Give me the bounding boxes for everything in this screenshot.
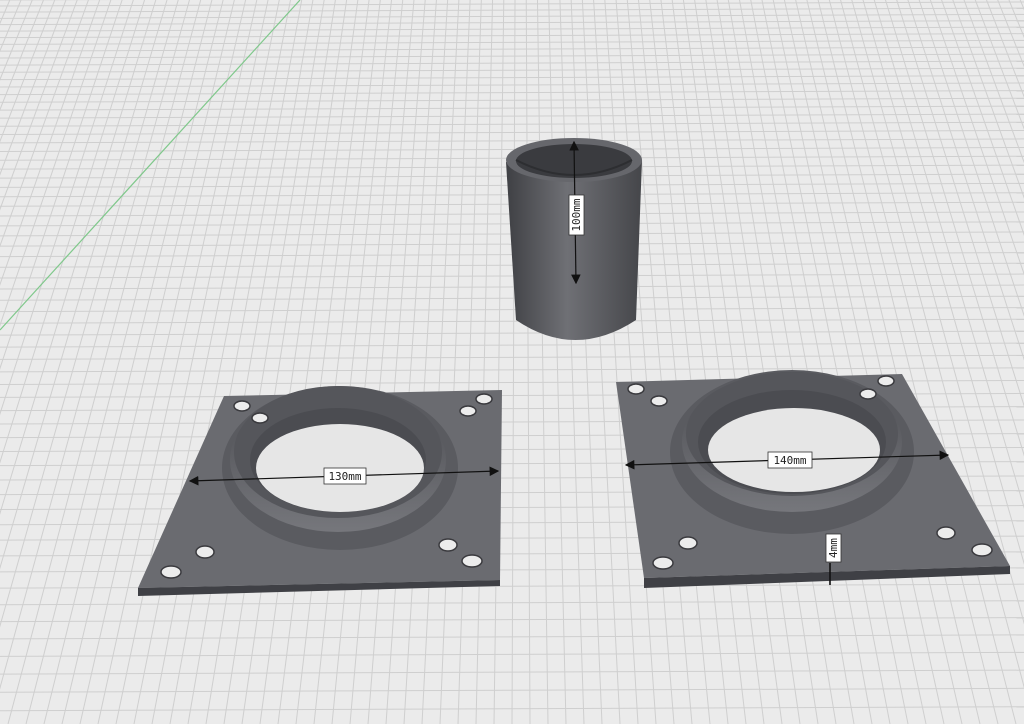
flange-left-part[interactable]: 130mm <box>138 386 502 596</box>
floor-grid <box>0 0 1024 724</box>
grid-line <box>626 0 693 724</box>
grid-line <box>593 0 639 724</box>
cylinder-part[interactable]: 100mm <box>506 138 642 340</box>
y-axis-line <box>0 0 301 331</box>
diameter-dimension-label-left: 130mm <box>323 467 367 485</box>
grid-line <box>0 307 1024 313</box>
grid-line <box>0 273 1024 279</box>
grid-line <box>0 46 1024 52</box>
height-dimension-label: 100mm <box>568 194 585 236</box>
grid-line <box>0 13 1024 19</box>
grid-line <box>0 342 1024 348</box>
grid-line <box>0 97 1024 103</box>
svg-text:130mm: 130mm <box>328 470 361 483</box>
grid-line <box>570 0 603 724</box>
grid-line <box>0 295 1024 301</box>
grid-line <box>0 318 1024 324</box>
grid-line <box>705 0 819 724</box>
grid-line <box>581 0 621 724</box>
grid-line <box>0 60 1024 66</box>
grid-line <box>0 26 1024 32</box>
grid-line <box>0 330 1024 336</box>
grid-line <box>0 53 1024 59</box>
grid-line <box>0 33 1024 39</box>
grid-line <box>638 0 711 724</box>
grid-line <box>828 0 1017 724</box>
grid-line <box>682 0 783 724</box>
grid-line <box>525 0 531 724</box>
grid-line <box>739 0 873 724</box>
grid-line <box>0 354 1024 360</box>
svg-text:140mm: 140mm <box>773 454 806 467</box>
thickness-dimension-label: 4mm <box>825 533 842 563</box>
grid-line <box>0 75 1024 81</box>
grid-line <box>0 284 1024 290</box>
svg-text:4mm: 4mm <box>827 538 840 558</box>
diameter-dimension-label-right: 140mm <box>767 451 813 469</box>
grid-line <box>0 113 1024 119</box>
grid-line <box>0 367 1024 373</box>
grid-line <box>0 138 1024 144</box>
grid-line <box>716 0 837 724</box>
grid-line <box>783 0 945 724</box>
grid-line <box>0 90 1024 96</box>
grid-line <box>660 0 747 724</box>
flange-right-part[interactable]: 140mm 4mm <box>616 370 1010 588</box>
3d-viewport[interactable]: 100mm 130mm 140mm 4mm <box>0 0 1024 724</box>
svg-text:100mm: 100mm <box>570 198 583 231</box>
grid-line <box>536 0 549 724</box>
grid-line <box>0 121 1024 127</box>
grid-line <box>671 0 765 724</box>
grid-line <box>727 0 855 724</box>
grid-line <box>0 146 1024 152</box>
grid-line <box>0 105 1024 111</box>
